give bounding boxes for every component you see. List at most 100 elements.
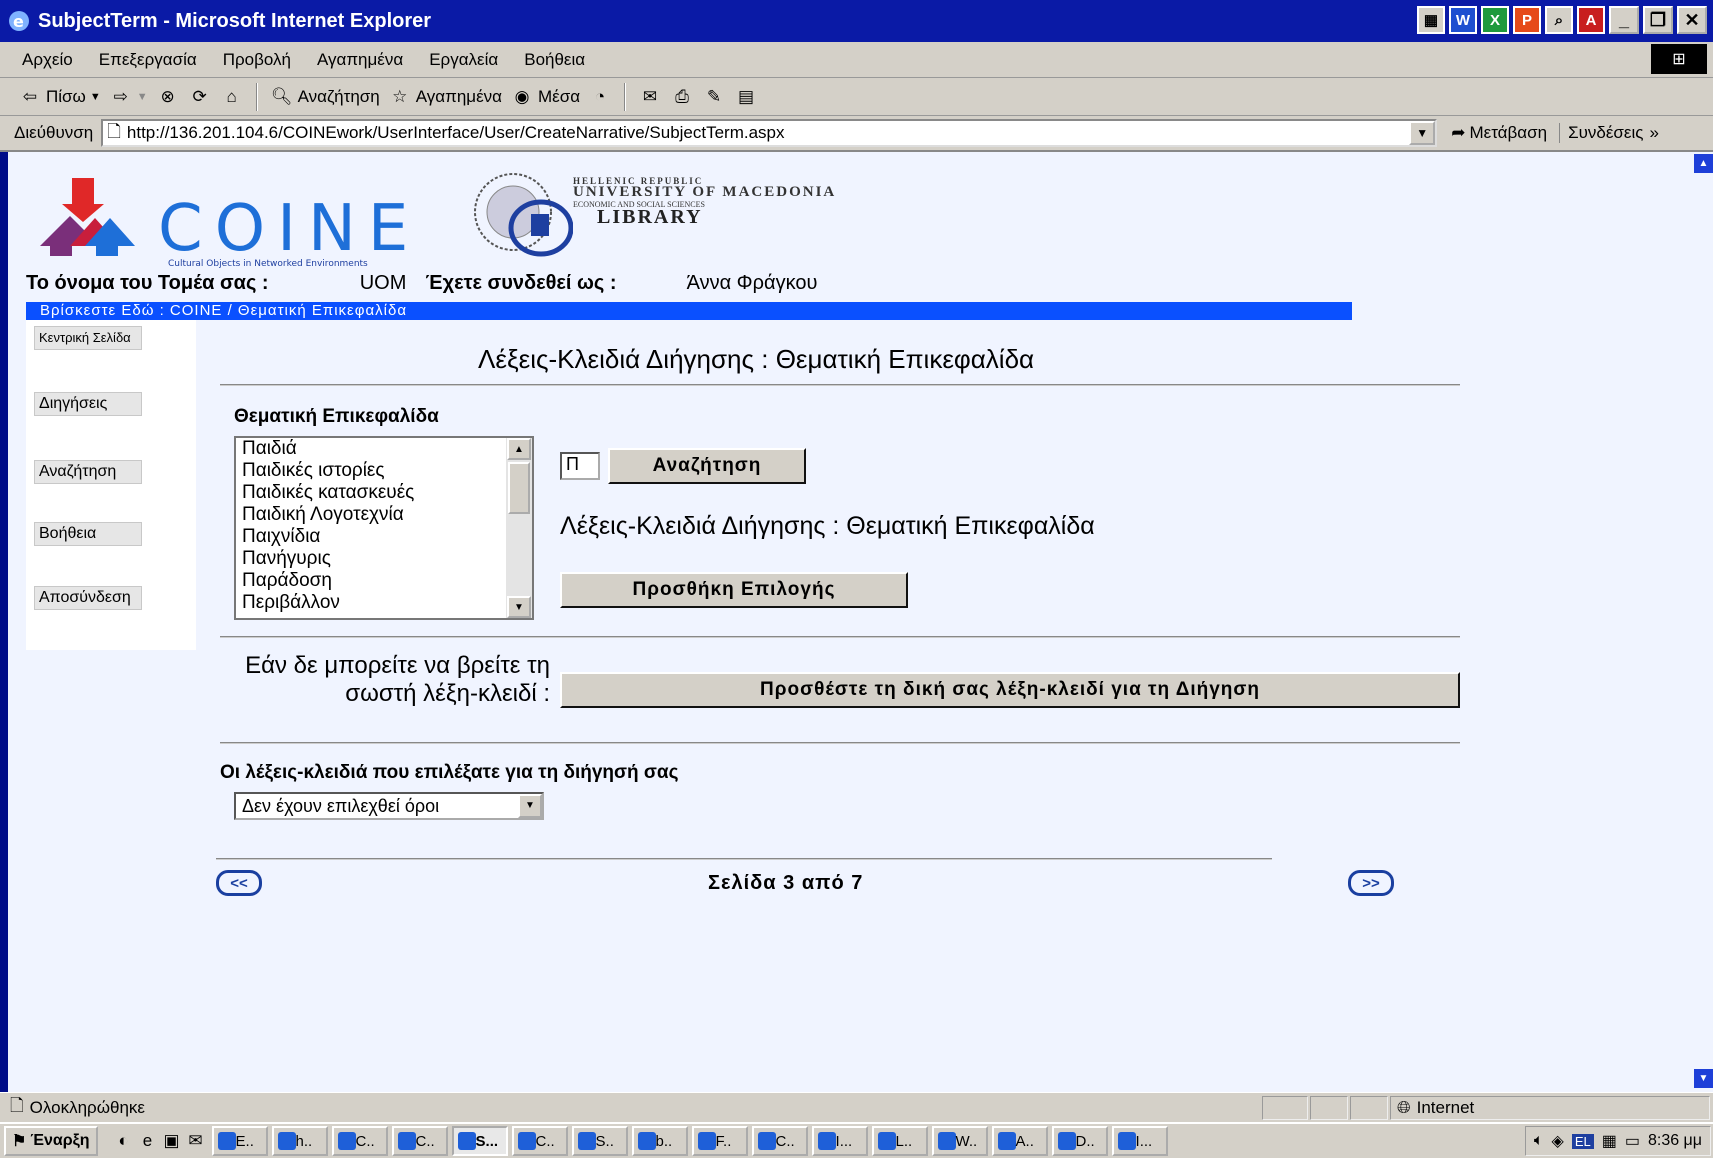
- quicklaunch-ie-icon[interactable]: e: [136, 1129, 160, 1153]
- scroll-down-icon[interactable]: ▼: [507, 596, 531, 618]
- history-icon[interactable]: ◔: [588, 85, 612, 109]
- links-button[interactable]: Συνδέσεις: [1559, 123, 1643, 143]
- volume-icon[interactable]: 🔈︎: [1534, 1132, 1544, 1150]
- scroll-up-icon[interactable]: ▲: [1694, 154, 1713, 173]
- taskbar-task[interactable]: C..: [511, 1126, 568, 1156]
- listbox-scrollbar[interactable]: ▲ ▼: [506, 438, 532, 618]
- menu-bar: Αρχείο Επεξεργασία Προβολή Αγαπημένα Εργ…: [0, 42, 1713, 78]
- address-input[interactable]: 🗋 http://136.201.104.6/COINEwork/UserInt…: [101, 119, 1438, 147]
- back-button[interactable]: ⇦ Πίσω ▼: [18, 85, 101, 109]
- menu-file[interactable]: Αρχείο: [22, 50, 73, 70]
- word-app-icon[interactable]: W: [1449, 6, 1477, 34]
- taskbar-task-active[interactable]: S...: [451, 1126, 508, 1156]
- scroll-thumb[interactable]: [508, 462, 530, 514]
- taskbar-task[interactable]: E..: [211, 1126, 268, 1156]
- list-item[interactable]: Παιχνίδια: [236, 526, 532, 548]
- next-page-button[interactable]: >>: [1348, 870, 1394, 896]
- start-button[interactable]: ⚑ Έναρξη: [4, 1126, 98, 1156]
- taskbar-task[interactable]: b..: [631, 1126, 688, 1156]
- taskbar-task[interactable]: h..: [271, 1126, 328, 1156]
- tray-app-icon[interactable]: ▦: [1602, 1131, 1617, 1151]
- nav-home[interactable]: Κεντρική Σελίδα: [34, 326, 142, 350]
- list-item[interactable]: Παιδικές κατασκευές: [236, 482, 532, 504]
- list-item[interactable]: Παιδιά: [236, 438, 532, 460]
- user-value: Άννα Φράγκου: [686, 272, 818, 294]
- list-item[interactable]: Παιδικές ιστορίες: [236, 460, 532, 482]
- user-info-line: Το όνομα του Τομέα σας : UOM Έχετε συνδε…: [26, 272, 817, 295]
- back-dropdown-icon[interactable]: ▼: [90, 91, 101, 103]
- subject-listbox[interactable]: Παιδιά Παιδικές ιστορίες Παιδικές κατασκ…: [234, 436, 534, 620]
- taskbar-task[interactable]: I...: [811, 1126, 868, 1156]
- forward-dropdown-icon[interactable]: ▼: [137, 91, 148, 103]
- address-url: http://136.201.104.6/COINEwork/UserInter…: [126, 123, 785, 142]
- quicklaunch-mail-icon[interactable]: ✉: [184, 1129, 208, 1153]
- media-button[interactable]: ◉ Μέσα: [510, 85, 580, 109]
- go-button[interactable]: ➦ Μετάβαση: [1451, 123, 1547, 143]
- address-dropdown-icon[interactable]: ▼: [1409, 121, 1436, 145]
- taskbar-task[interactable]: I...: [1111, 1126, 1168, 1156]
- search-input[interactable]: Π: [560, 452, 600, 480]
- divider: [220, 384, 1460, 386]
- home-icon[interactable]: ⌂: [220, 85, 244, 109]
- media-icon: ◉: [514, 86, 530, 106]
- tray-monitor-icon[interactable]: ▭: [1625, 1131, 1640, 1151]
- menu-favorites[interactable]: Αγαπημένα: [317, 50, 403, 70]
- chevron-down-icon[interactable]: ▼: [518, 794, 542, 818]
- nav-search[interactable]: Αναζήτηση: [34, 460, 142, 484]
- chosen-keywords-select[interactable]: Δεν έχουν επιλεχθεί όροι ▼: [234, 792, 544, 820]
- list-item[interactable]: Πανήγυρις: [236, 548, 532, 570]
- print-icon[interactable]: ⎙: [670, 85, 694, 109]
- search-button[interactable]: Αναζήτηση: [608, 448, 806, 484]
- window-title: SubjectTerm - Microsoft Internet Explore…: [38, 9, 432, 32]
- refresh-icon[interactable]: ⟳: [188, 85, 212, 109]
- edit-icon[interactable]: ✎: [702, 85, 726, 109]
- search-button[interactable]: 🔍︎ Αναζήτηση: [270, 85, 380, 109]
- menu-view[interactable]: Προβολή: [223, 50, 291, 70]
- quicklaunch-icon[interactable]: ◐: [112, 1129, 136, 1153]
- close-button[interactable]: ✕: [1677, 6, 1707, 34]
- prev-page-button[interactable]: <<: [216, 870, 262, 896]
- grid-app-icon[interactable]: ▦: [1417, 6, 1445, 34]
- list-item[interactable]: Παιδική Λογοτεχνία: [236, 504, 532, 526]
- nav-logout[interactable]: Αποσύνδεση: [34, 586, 142, 610]
- taskbar-task[interactable]: W..: [931, 1126, 988, 1156]
- list-item[interactable]: Παράδοση: [236, 570, 532, 592]
- minimize-button[interactable]: _: [1609, 6, 1639, 34]
- taskbar-task[interactable]: S..: [571, 1126, 628, 1156]
- taskbar-task[interactable]: C..: [751, 1126, 808, 1156]
- nav-help[interactable]: Βοήθεια: [34, 522, 142, 546]
- page-scrollbar[interactable]: ▲ ▼: [1694, 152, 1713, 1092]
- taskbar-task[interactable]: C..: [391, 1126, 448, 1156]
- nav-narratives[interactable]: Διηγήσεις: [34, 392, 142, 416]
- acrobat-app-icon[interactable]: A: [1577, 6, 1605, 34]
- find-app-icon[interactable]: ⌕: [1545, 6, 1573, 34]
- scroll-up-icon[interactable]: ▲: [507, 438, 531, 460]
- taskbar-task[interactable]: L..: [871, 1126, 928, 1156]
- add-own-keyword-button[interactable]: Προσθέστε τη δική σας λέξη-κλειδί για τη…: [560, 672, 1460, 708]
- chevron-right-icon[interactable]: »: [1649, 123, 1658, 143]
- taskbar-task[interactable]: D..: [1051, 1126, 1108, 1156]
- taskbar-task[interactable]: F..: [691, 1126, 748, 1156]
- powerpoint-app-icon[interactable]: P: [1513, 6, 1541, 34]
- favorites-icon: ☆: [392, 86, 408, 106]
- favorites-button[interactable]: ☆ Αγαπημένα: [388, 85, 502, 109]
- menu-edit[interactable]: Επεξεργασία: [99, 50, 197, 70]
- language-indicator[interactable]: EL: [1571, 1133, 1594, 1149]
- windows-flag-icon: ⚑: [12, 1133, 27, 1150]
- taskbar-task[interactable]: A..: [991, 1126, 1048, 1156]
- menu-tools[interactable]: Εργαλεία: [429, 50, 498, 70]
- task-icon: [817, 1132, 836, 1150]
- mail-icon[interactable]: ✉: [638, 85, 662, 109]
- maximize-button[interactable]: ❐: [1643, 6, 1673, 34]
- discuss-icon[interactable]: ▤: [734, 85, 758, 109]
- forward-button[interactable]: ⇨ ▼: [109, 85, 148, 109]
- stop-icon[interactable]: ⊗: [156, 85, 180, 109]
- taskbar-task[interactable]: C..: [331, 1126, 388, 1156]
- add-selection-button[interactable]: Προσθήκη Επιλογής: [560, 572, 908, 608]
- quicklaunch-desktop-icon[interactable]: ▣: [160, 1129, 184, 1153]
- scroll-down-icon[interactable]: ▼: [1694, 1069, 1713, 1088]
- list-item[interactable]: Περιβάλλον: [236, 592, 532, 614]
- network-icon[interactable]: ◈: [1552, 1131, 1564, 1151]
- excel-app-icon[interactable]: X: [1481, 6, 1509, 34]
- menu-help[interactable]: Βοήθεια: [524, 50, 585, 70]
